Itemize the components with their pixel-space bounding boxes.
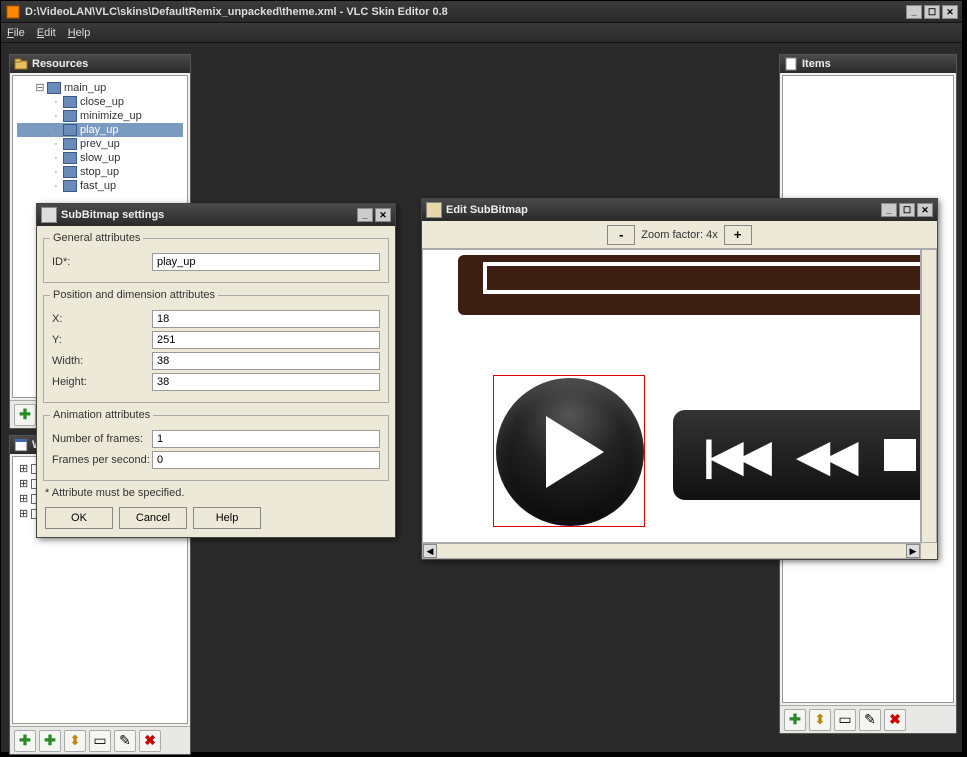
tree-item[interactable]: ·slow_up (17, 151, 183, 165)
tree-item[interactable]: ·close_up (17, 95, 183, 109)
edit-subbitmap-title: Edit SubBitmap (446, 204, 528, 216)
minimize-button[interactable]: _ (906, 5, 922, 19)
preview-container: |◀◀ ◀◀ ◀ ▶ (422, 249, 937, 559)
zoom-out-button[interactable]: - (607, 225, 635, 245)
horizontal-scrollbar[interactable]: ◀ ▶ (422, 543, 921, 559)
window-icon (14, 438, 28, 452)
zoom-label: Zoom factor: 4x (641, 229, 717, 241)
legend-general: General attributes (50, 232, 143, 244)
resources-title: Resources (32, 58, 88, 70)
tree-root[interactable]: ⊟ main_up (17, 80, 183, 95)
menu-edit[interactable]: Edit (37, 27, 56, 39)
required-note: * Attribute must be specified. (45, 487, 387, 499)
copy-button[interactable]: ▭ (89, 730, 111, 752)
legend-animation: Animation attributes (50, 409, 153, 421)
tree-item[interactable]: ·prev_up (17, 137, 183, 151)
menu-file[interactable]: File (7, 27, 25, 39)
preview-slider-outline (483, 262, 920, 294)
y-input[interactable] (152, 331, 380, 349)
preview-viewport[interactable]: |◀◀ ◀◀ (422, 249, 921, 543)
id-label: ID*: (52, 256, 152, 268)
edit-subbitmap-dialog: Edit SubBitmap _ ☐ ✕ - Zoom factor: 4x + (421, 198, 938, 560)
main-titlebar: D:\VideoLAN\VLC\skins\DefaultRemix_unpac… (1, 1, 962, 23)
tree-item[interactable]: ·stop_up (17, 165, 183, 179)
folder-icon (14, 57, 28, 71)
dialog-minimize-button[interactable]: _ (357, 208, 373, 222)
copy-item-button[interactable]: ▭ (834, 709, 856, 731)
frames-input[interactable] (152, 430, 380, 448)
preview-content: |◀◀ ◀◀ (423, 250, 920, 542)
tree-item[interactable]: ·minimize_up (17, 109, 183, 123)
fps-label: Frames per second: (52, 454, 152, 466)
menu-help[interactable]: Help (68, 27, 91, 39)
move-item-button[interactable]: ⬍ (809, 709, 831, 731)
fps-input[interactable] (152, 451, 380, 469)
dialog-close-button[interactable]: ✕ (375, 208, 391, 222)
edit-close-button[interactable]: ✕ (917, 203, 933, 217)
y-label: Y: (52, 334, 152, 346)
prev-icon: |◀◀ (703, 431, 767, 480)
page-icon (784, 57, 798, 71)
selection-rect[interactable] (493, 375, 645, 527)
delete-item-button[interactable]: ✖ (884, 709, 906, 731)
height-input[interactable] (152, 373, 380, 391)
vertical-scrollbar[interactable] (921, 249, 937, 543)
windows-toolbar: ✚ ✚ ⬍ ▭ ✎ ✖ (10, 726, 190, 754)
rewind-icon: ◀◀ (797, 431, 854, 480)
stop-icon (884, 439, 916, 471)
add-window-button[interactable]: ✚ (14, 730, 36, 752)
subbitmap-settings-dialog: SubBitmap settings _ ✕ General attribute… (36, 203, 396, 538)
app-icon (5, 4, 21, 20)
scroll-right-button[interactable]: ▶ (906, 544, 920, 558)
maximize-button[interactable]: ☐ (924, 5, 940, 19)
subbitmap-settings-title: SubBitmap settings (61, 209, 164, 221)
x-input[interactable] (152, 310, 380, 328)
legend-position: Position and dimension attributes (50, 289, 218, 301)
main-window: D:\VideoLAN\VLC\skins\DefaultRemix_unpac… (0, 0, 963, 753)
help-button[interactable]: Help (193, 507, 261, 529)
play-button-graphic (496, 378, 644, 526)
workspace: Resources ⊟ main_up ·close_up ·minimize_… (1, 43, 962, 752)
items-header: Items (780, 55, 956, 73)
close-button[interactable]: ✕ (942, 5, 958, 19)
cancel-button[interactable]: Cancel (119, 507, 187, 529)
height-label: Height: (52, 376, 152, 388)
subbitmap-settings-body: General attributes ID*: Position and dim… (37, 226, 395, 537)
add-layout-button[interactable]: ✚ (39, 730, 61, 752)
x-label: X: (52, 313, 152, 325)
width-label: Width: (52, 355, 152, 367)
edit-maximize-button[interactable]: ☐ (899, 203, 915, 217)
frames-label: Number of frames: (52, 433, 152, 445)
edit-item-button[interactable]: ✎ (859, 709, 881, 731)
main-title: D:\VideoLAN\VLC\skins\DefaultRemix_unpac… (25, 6, 448, 18)
scroll-left-button[interactable]: ◀ (423, 544, 437, 558)
add-item-button[interactable]: ✚ (784, 709, 806, 731)
dialog-icon (41, 207, 57, 223)
items-toolbar: ✚ ⬍ ▭ ✎ ✖ (780, 705, 956, 733)
width-input[interactable] (152, 352, 380, 370)
edit-minimize-button[interactable]: _ (881, 203, 897, 217)
edit-subbitmap-titlebar[interactable]: Edit SubBitmap _ ☐ ✕ (422, 199, 937, 221)
edit-toolbar: - Zoom factor: 4x + (422, 221, 937, 249)
items-title: Items (802, 58, 831, 70)
tree-root-label: main_up (64, 82, 106, 94)
preview-control-bar: |◀◀ ◀◀ (673, 410, 920, 500)
delete-button[interactable]: ✖ (139, 730, 161, 752)
menubar: File Edit Help (1, 23, 962, 43)
zoom-in-button[interactable]: + (724, 225, 752, 245)
tree-item-selected[interactable]: ·play_up (17, 123, 183, 137)
edit-button[interactable]: ✎ (114, 730, 136, 752)
resources-header: Resources (10, 55, 190, 73)
tree-item[interactable]: ·fast_up (17, 179, 183, 193)
id-input[interactable] (152, 253, 380, 271)
add-button[interactable]: ✚ (14, 404, 36, 426)
move-up-button[interactable]: ⬍ (64, 730, 86, 752)
java-icon (426, 202, 442, 218)
play-icon (546, 416, 604, 488)
subbitmap-settings-titlebar[interactable]: SubBitmap settings _ ✕ (37, 204, 395, 226)
ok-button[interactable]: OK (45, 507, 113, 529)
